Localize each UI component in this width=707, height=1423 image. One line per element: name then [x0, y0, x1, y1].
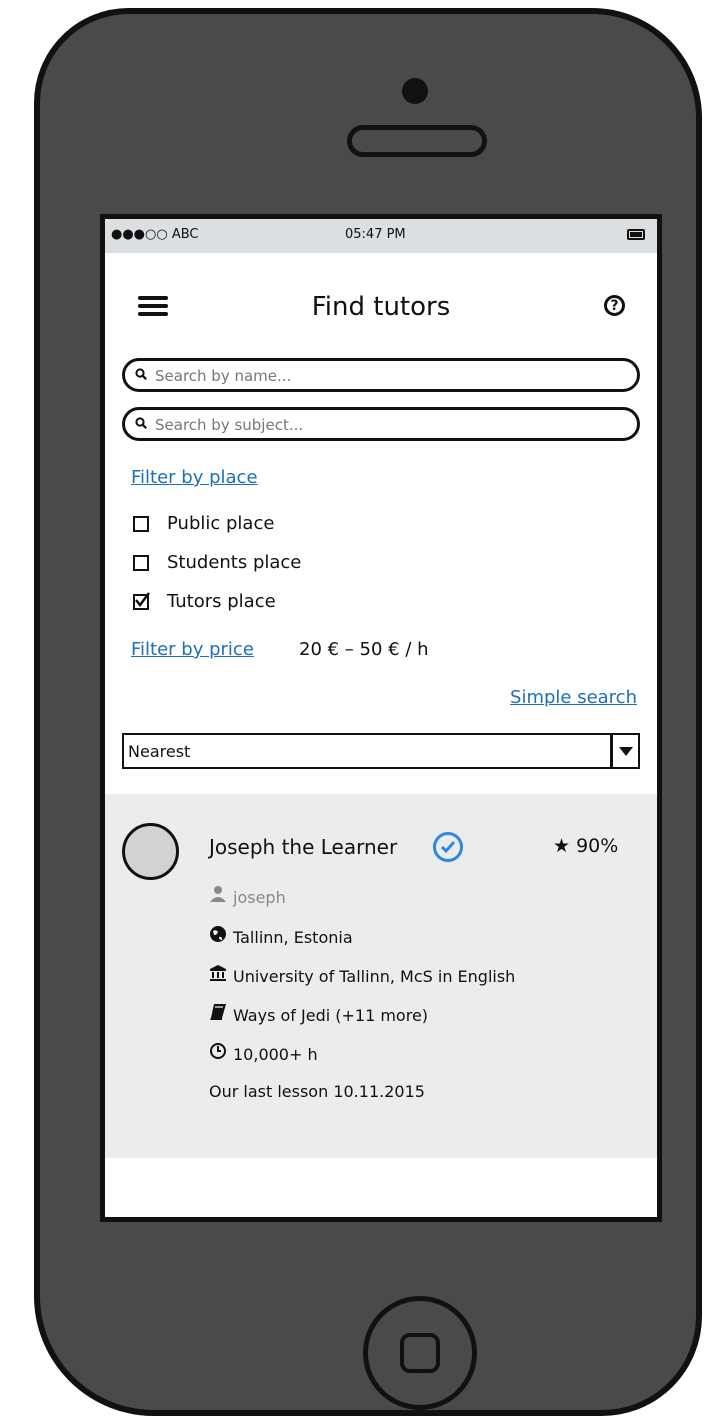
tutor-education: University of Tallinn, McS in English [233, 967, 516, 986]
tutor-subjects-row: Ways of Jedi (+11 more) [209, 1003, 428, 1025]
simple-search-link[interactable]: Simple search [510, 687, 637, 708]
checkbox-unchecked[interactable] [133, 516, 149, 532]
tutor-name[interactable]: Joseph the Learner [209, 835, 397, 859]
sort-dropdown[interactable]: Nearest [122, 733, 640, 769]
book-icon [209, 1003, 227, 1025]
tutor-subjects: Ways of Jedi (+11 more) [233, 1006, 429, 1025]
search-icon [135, 368, 147, 380]
checkmark-icon [440, 841, 456, 854]
checkbox-unchecked[interactable] [133, 555, 149, 571]
tutor-hours: 10,000+ h [233, 1045, 318, 1064]
checkbox-checked[interactable] [133, 592, 150, 610]
checkbox-label: Students place [167, 552, 302, 573]
rating-value: 90% [576, 835, 619, 857]
globe-icon [209, 925, 227, 947]
speaker-grille [347, 125, 487, 157]
star-icon: ★ [553, 835, 571, 857]
price-range-value: 20 € – 50 € / h [299, 639, 429, 660]
app-screen: ●●●○○ ABC 05:47 PM Find tutors ? Filter … [100, 214, 662, 1222]
clock-icon [209, 1042, 227, 1064]
user-icon [209, 885, 227, 907]
search-by-name-field[interactable] [122, 358, 640, 392]
search-icon [135, 417, 147, 429]
search-by-subject-field[interactable] [122, 407, 640, 441]
tutor-card[interactable]: Joseph the Learner ★ 90% joseph Tallinn,… [105, 794, 657, 1158]
filter-by-place-link[interactable]: Filter by place [131, 467, 258, 488]
battery-icon [627, 229, 645, 240]
home-square-icon [400, 1333, 440, 1373]
tutor-username-row: joseph [209, 885, 286, 907]
checkbox-label: Public place [167, 513, 275, 534]
tutor-hours-row: 10,000+ h [209, 1042, 318, 1064]
tutor-username: joseph [233, 888, 286, 907]
status-bar: ●●●○○ ABC 05:47 PM [105, 219, 657, 253]
chevron-down-icon[interactable] [610, 735, 638, 767]
sort-selected-value: Nearest [128, 742, 191, 761]
checkmark-icon [135, 592, 150, 607]
tutor-location-row: Tallinn, Estonia [209, 925, 353, 947]
camera-icon [402, 78, 428, 104]
tutor-last-lesson: Our last lesson 10.11.2015 [209, 1082, 425, 1101]
status-time: 05:47 PM [345, 227, 406, 242]
page-title: Find tutors [311, 292, 451, 322]
carrier-signal: ●●●○○ ABC [111, 227, 199, 242]
search-by-subject-input[interactable] [153, 412, 627, 438]
tutor-education-row: University of Tallinn, McS in English [209, 964, 515, 986]
rating: ★ 90% [553, 835, 618, 857]
checkbox-label: Tutors place [167, 591, 276, 612]
tutor-location: Tallinn, Estonia [233, 928, 353, 947]
help-icon[interactable]: ? [604, 295, 625, 316]
search-by-name-input[interactable] [153, 363, 627, 389]
filter-by-price-link[interactable]: Filter by price [131, 639, 254, 660]
verified-badge-icon [433, 832, 463, 862]
tutor-last-lesson-row: Our last lesson 10.11.2015 [209, 1082, 425, 1101]
home-button[interactable] [363, 1296, 477, 1410]
university-icon [209, 964, 227, 986]
avatar [122, 823, 179, 880]
